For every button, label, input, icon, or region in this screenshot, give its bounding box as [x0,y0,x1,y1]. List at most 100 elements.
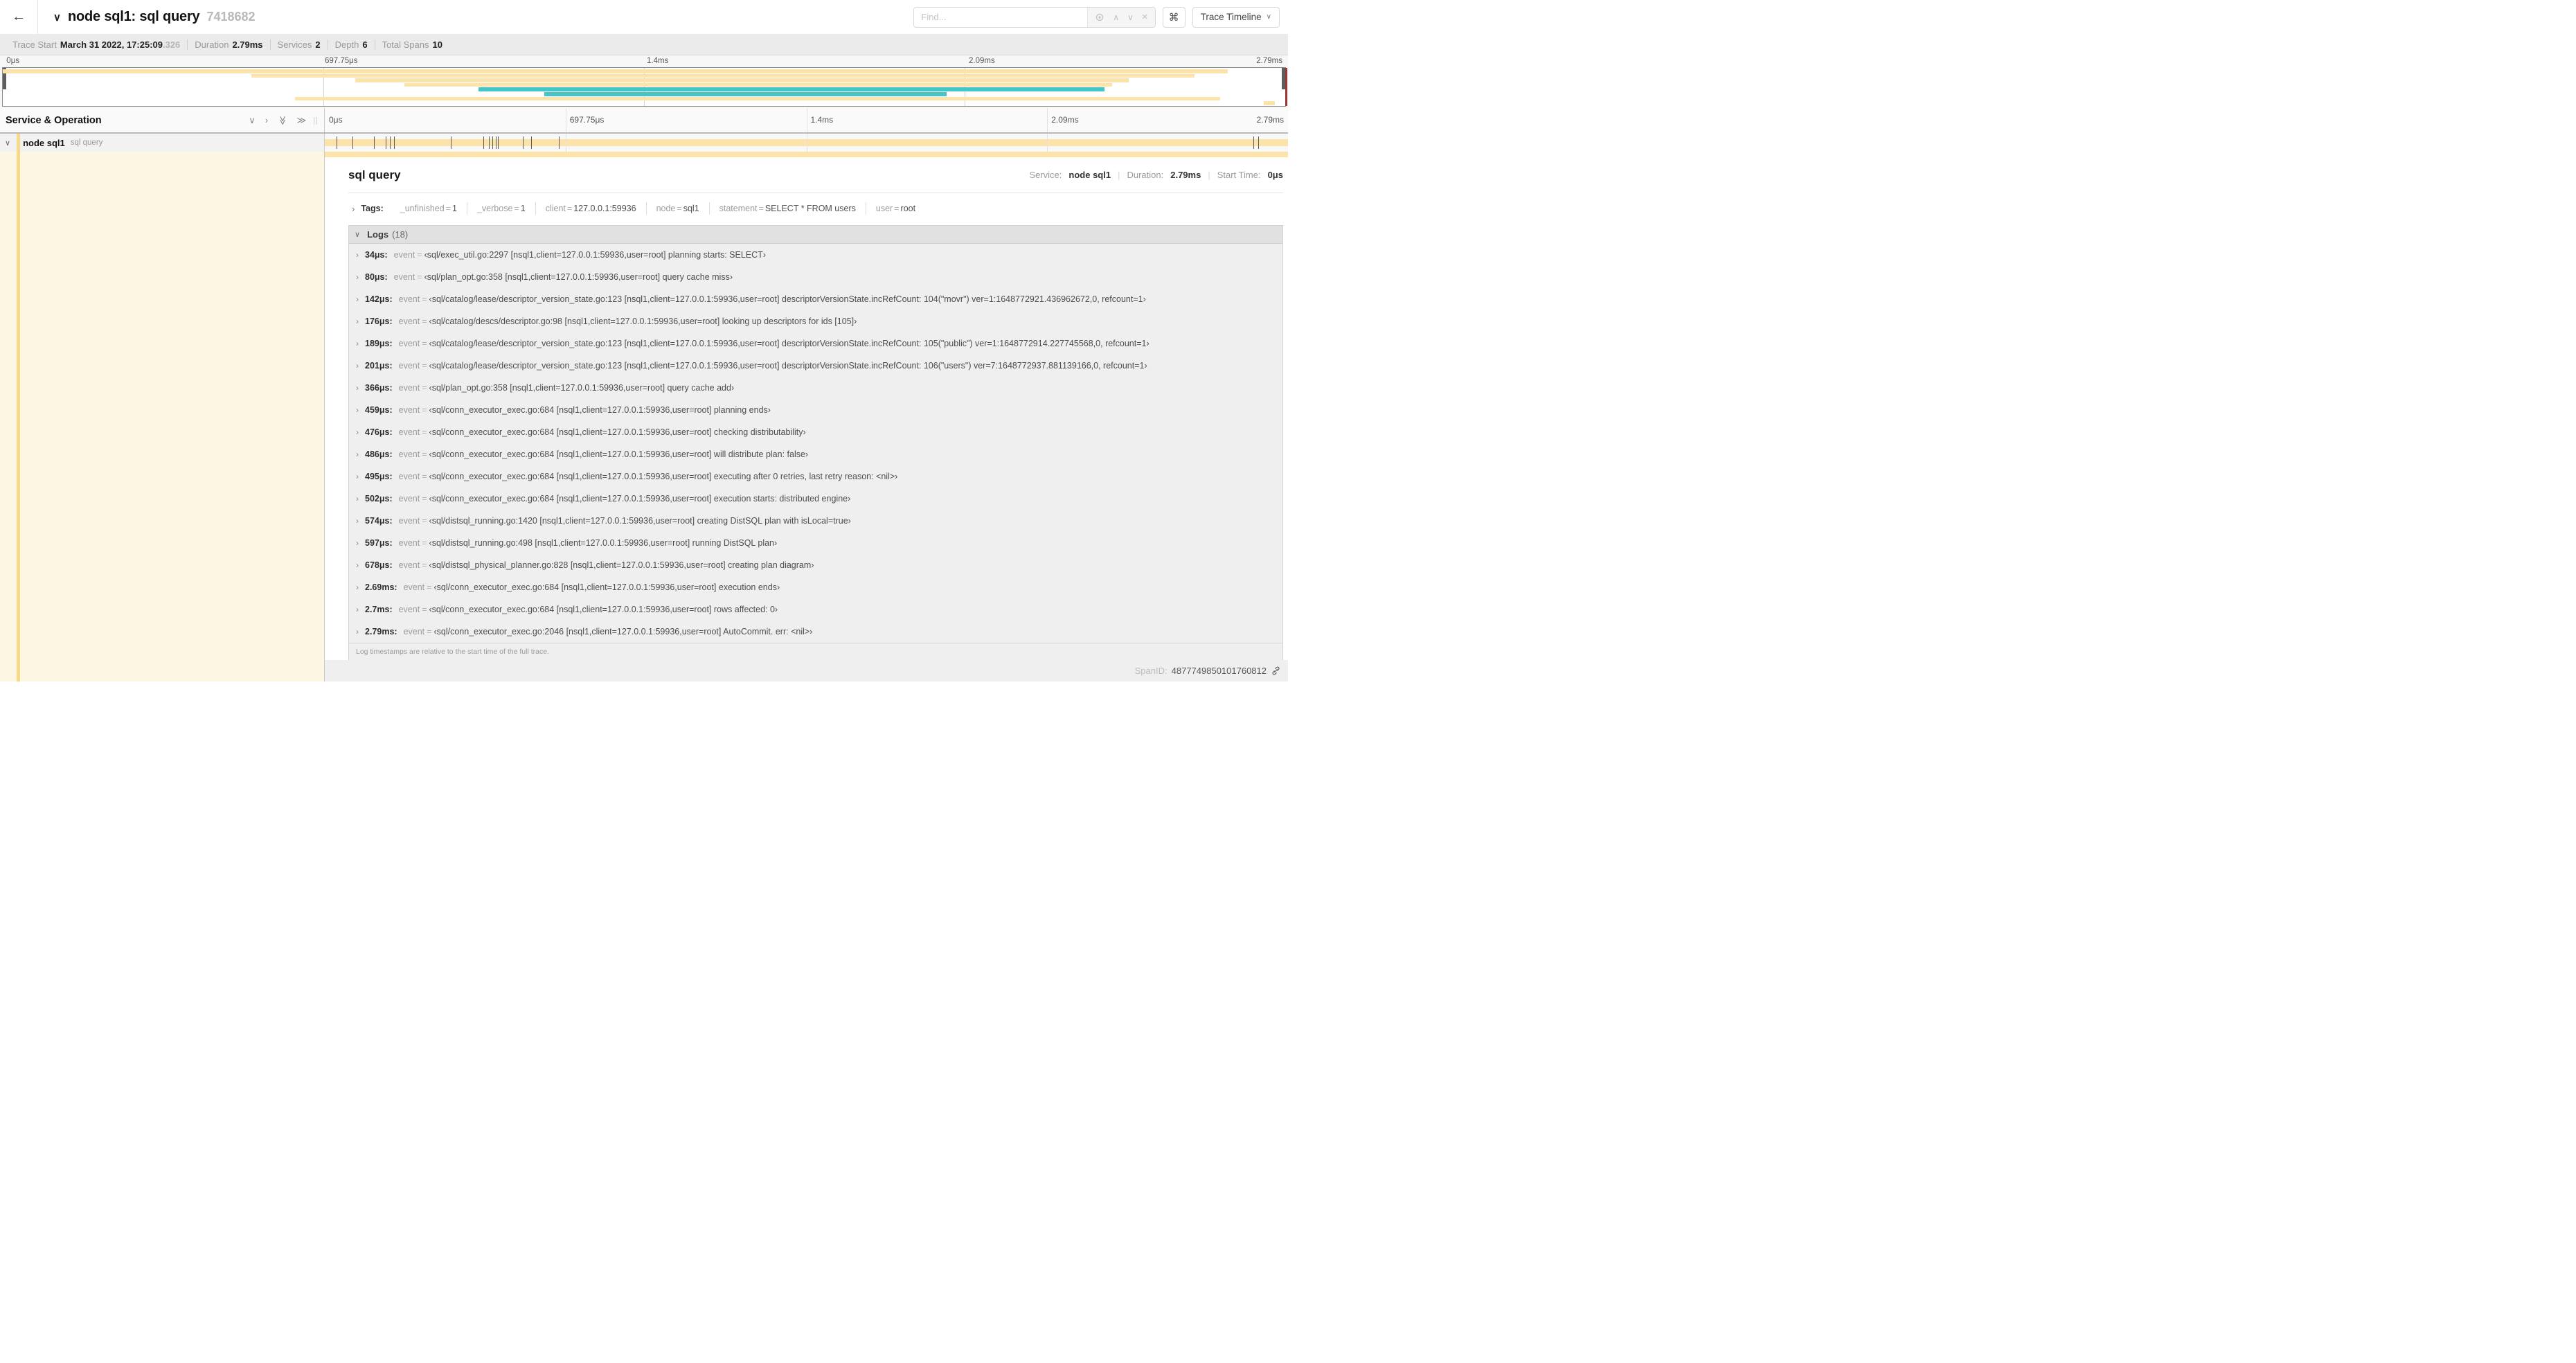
log-row[interactable]: › 486μs: event = ‹sql/conn_executor_exec.go:… [349,443,1282,465]
log-row[interactable]: › 574μs: event = ‹sql/distsql_running.go:142… [349,510,1282,532]
summary-services: Services 2 [271,39,328,50]
log-row[interactable]: › 2.79ms: event = ‹sql/conn_executor_exec.go… [349,621,1282,643]
find-group: ∧ ∨ × [913,6,1156,28]
log-row[interactable]: › 2.7ms: event = ‹sql/conn_executor_exec.go:… [349,598,1282,621]
log-row[interactable]: › 597μs: event = ‹sql/distsql_running.go:498… [349,532,1282,554]
minimap-tick-label: 1.4ms [647,57,669,65]
ruler-tick-label: 0μs [329,115,343,125]
next-match-icon[interactable]: ∨ [1127,12,1134,22]
chevron-right-icon[interactable]: › [356,339,359,348]
expand-all-icon[interactable]: ≫ [297,115,307,126]
chevron-right-icon[interactable]: › [352,204,355,214]
chevron-right-icon[interactable]: › [356,605,359,614]
log-event-tick [352,136,353,149]
tags-row[interactable]: › Tags: _unfinished = 1 _verbose = 1 client = 12… [348,193,1283,224]
clear-search-icon[interactable]: × [1142,11,1148,23]
start-time-stat-label: Start Time: [1217,170,1261,180]
chevron-right-icon[interactable]: › [356,383,359,393]
keyboard-shortcuts-button[interactable]: ⌘ [1162,6,1186,28]
log-field-key: event [398,538,420,548]
log-row[interactable]: › 366μs: event = ‹sql/plan_opt.go:358 [nsql1… [349,377,1282,399]
timeline-ruler: 0μs 697.75μs 1.4ms 2.09ms 2.79ms [324,108,1288,132]
log-row[interactable]: › 476μs: event = ‹sql/conn_executor_exec.go:… [349,421,1282,443]
locate-target-icon[interactable] [1095,12,1104,22]
minimap-canvas[interactable] [2,67,1287,107]
log-event-tick [523,136,524,149]
chevron-right-icon[interactable]: › [356,494,359,504]
log-field-value: ‹sql/plan_opt.go:358 [nsql1,client=127.0… [424,272,733,282]
log-field-key: event [398,294,420,304]
view-select[interactable]: Trace Timeline ∨ [1192,6,1280,28]
log-row[interactable]: › 176μs: event = ‹sql/catalog/descs/descript… [349,310,1282,332]
log-event-tick [498,136,499,149]
expand-one-icon[interactable]: › [265,115,268,125]
link-icon[interactable] [1271,666,1281,676]
span-service-name[interactable]: node sql1 [23,138,65,148]
chevron-down-icon[interactable]: ∨ [5,139,10,148]
log-row[interactable]: › 189μs: event = ‹sql/catalog/lease/descript… [349,332,1282,355]
services-label: Services [277,39,312,50]
chevron-right-icon[interactable]: › [356,294,359,304]
logs-header[interactable]: ∨ Logs (18) [349,226,1282,244]
log-field-value: ‹sql/conn_executor_exec.go:684 [nsql1,cl… [429,605,778,614]
trace-title-group: ∨ node sql1: sql query 7418682 [53,9,256,25]
log-field-key: event [398,605,420,614]
chevron-right-icon[interactable]: › [356,627,359,636]
span-color-accent [17,134,20,152]
chevron-right-icon[interactable]: › [356,449,359,459]
log-row[interactable]: › 2.69ms: event = ‹sql/conn_executor_exec.go… [349,576,1282,598]
chevron-right-icon[interactable]: › [356,361,359,371]
log-timestamp: 189μs: [365,339,393,348]
log-field-value: ‹sql/catalog/lease/descriptor_version_st… [429,294,1146,304]
chevron-right-icon[interactable]: › [356,427,359,437]
prev-match-icon[interactable]: ∧ [1113,12,1119,22]
command-icon: ⌘ [1168,11,1179,24]
log-row[interactable]: › 459μs: event = ‹sql/conn_executor_exec.go:… [349,399,1282,421]
log-row[interactable]: › 34μs: event = ‹sql/exec_util.go:2297 [nsql… [349,244,1282,266]
tag-item: statement = SELECT * FROM users [710,202,866,215]
tag-value: sql1 [683,204,699,213]
log-row[interactable]: › 502μs: event = ‹sql/conn_executor_exec.go:… [349,488,1282,510]
log-field-value: ‹sql/conn_executor_exec.go:684 [nsql1,cl… [429,472,898,481]
chevron-right-icon[interactable]: › [356,250,359,260]
chevron-right-icon[interactable]: › [356,516,359,526]
log-equals: = [422,494,427,504]
log-equals: = [427,627,432,636]
collapse-all-icon[interactable]: ≫ [277,116,288,125]
collapse-one-icon[interactable]: ∨ [249,115,256,126]
chevron-right-icon[interactable]: › [356,582,359,592]
tag-item: user = root [866,202,925,215]
view-select-label: Trace Timeline [1200,12,1262,22]
chevron-right-icon[interactable]: › [356,472,359,481]
chevron-right-icon[interactable]: › [356,560,359,570]
log-row[interactable]: › 495μs: event = ‹sql/conn_executor_exec.go:… [349,465,1282,488]
log-event-tick [1258,136,1259,149]
span-row[interactable]: ∨ node sql1 sql query [0,134,1288,152]
find-input[interactable] [914,7,1088,27]
log-event-tick [495,136,497,149]
log-field-key: event [398,516,420,526]
log-row[interactable]: › 678μs: event = ‹sql/distsql_physical_plann… [349,554,1282,576]
chevron-right-icon[interactable]: › [356,317,359,326]
chevron-right-icon[interactable]: › [356,272,359,282]
log-equals: = [422,560,427,570]
column-resize-grip[interactable]: || [313,116,319,125]
log-equals: = [422,383,427,393]
log-row[interactable]: › 142μs: event = ‹sql/catalog/lease/descript… [349,288,1282,310]
tag-key: _unfinished [400,204,445,213]
log-row[interactable]: › 80μs: event = ‹sql/plan_opt.go:358 [nsql1,… [349,266,1282,288]
span-row-service[interactable]: ∨ node sql1 sql query [0,134,324,152]
chevron-right-icon[interactable]: › [356,538,359,548]
tag-key: user [875,204,893,213]
log-equals: = [422,427,427,437]
span-bar-track[interactable] [324,134,1288,152]
log-row[interactable]: › 201μs: event = ‹sql/catalog/lease/descript… [349,355,1282,377]
log-field-value: ‹sql/distsql_running.go:1420 [nsql1,clie… [429,516,851,526]
log-field-key: event [398,472,420,481]
chevron-down-icon[interactable]: ∨ [355,230,360,239]
log-equals: = [422,449,427,459]
chevron-right-icon[interactable]: › [356,405,359,415]
chevron-down-icon[interactable]: ∨ [53,11,61,24]
log-timestamp: 80μs: [365,272,388,282]
back-button[interactable]: ← [0,0,38,34]
